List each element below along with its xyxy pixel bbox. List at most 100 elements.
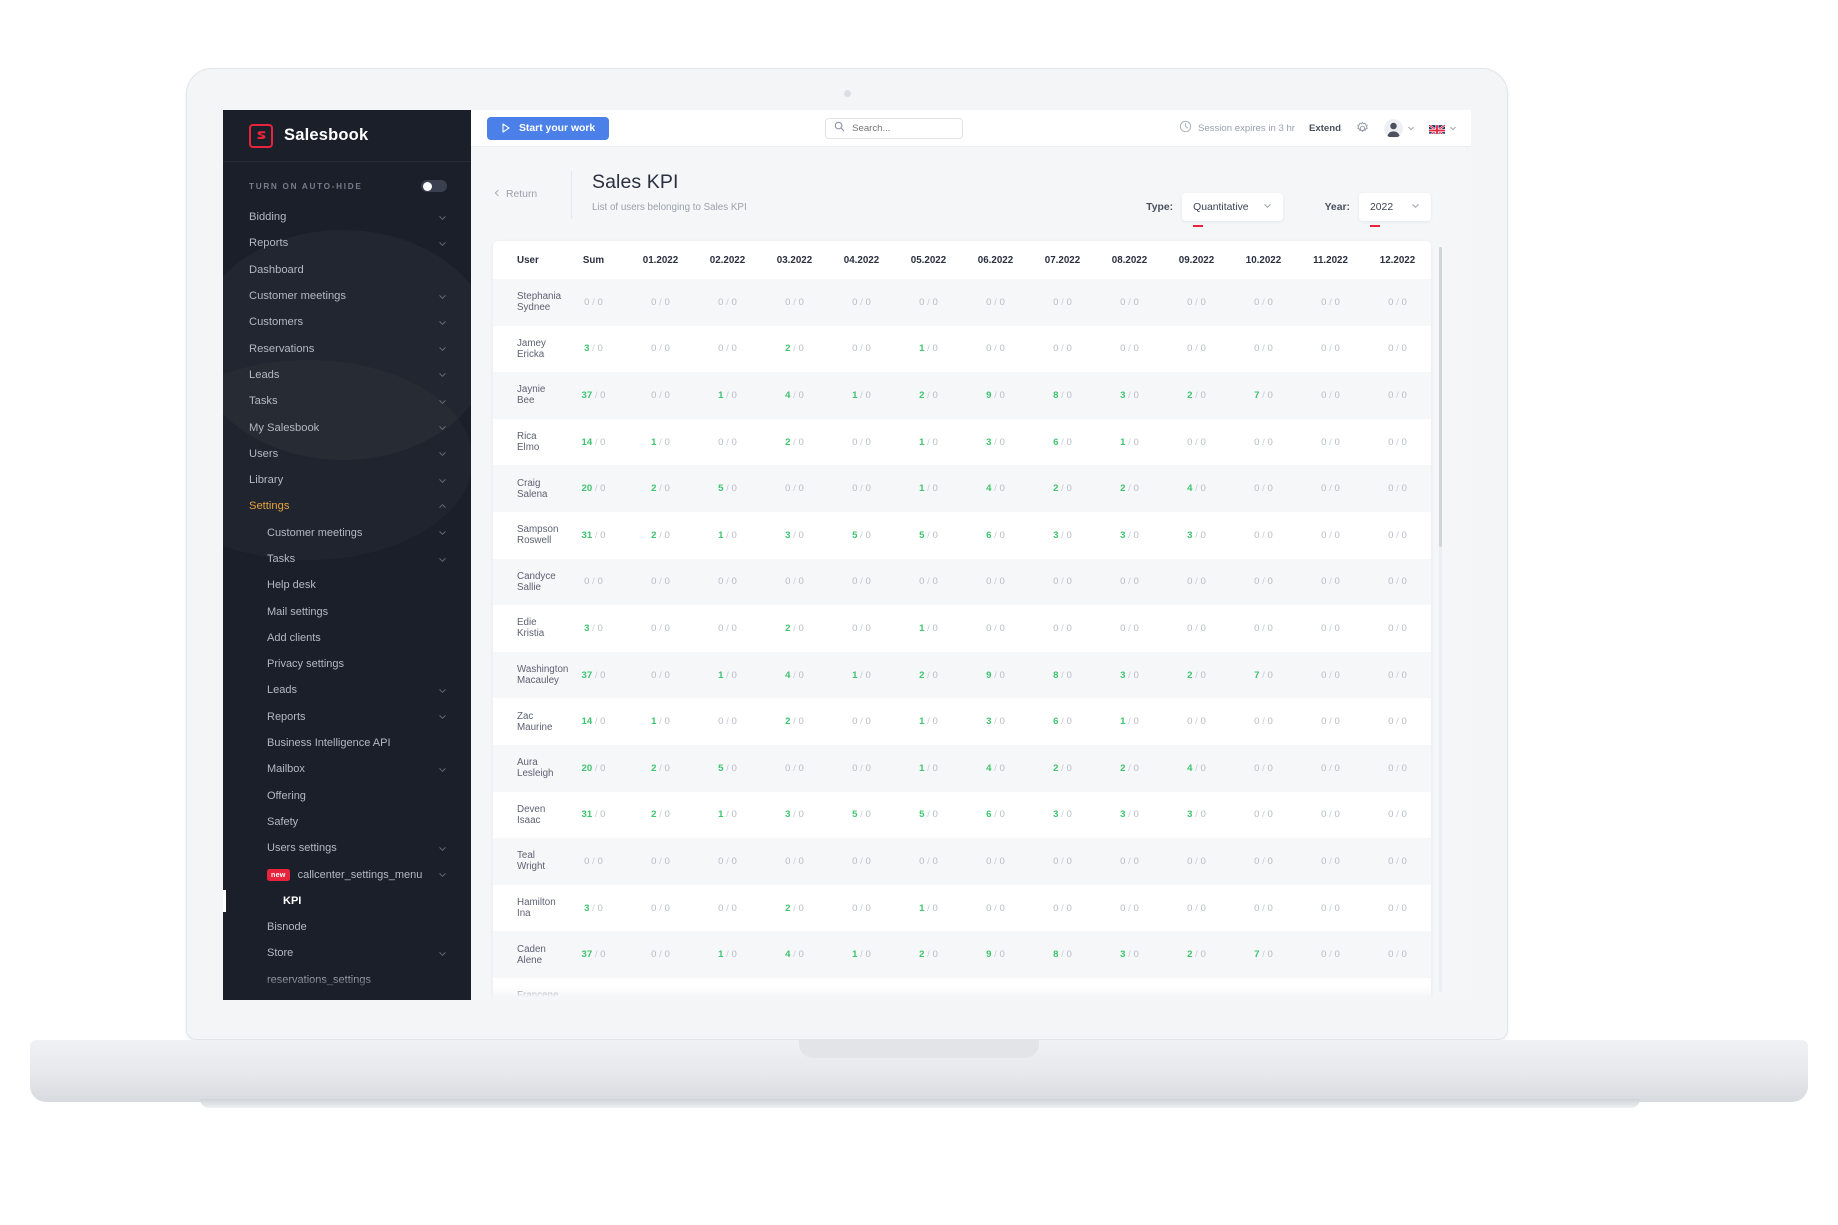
column-header-02-2022: 02.2022	[694, 241, 761, 279]
table-row[interactable]: Craig Salena 20 / 0 2 / 0 5 / 0 0 / 0 0 / 0 1 …	[493, 465, 1431, 512]
cell-month-value: 2 / 0	[919, 949, 938, 961]
cell-user: Teal Wright	[517, 850, 546, 873]
sidebar-item-safety[interactable]: Safety	[223, 809, 471, 835]
sidebar-item-label: Privacy settings	[267, 658, 345, 671]
cell-month-value: 3 / 0	[785, 809, 804, 821]
table-row[interactable]: Jaynie Bee 37 / 0 0 / 0 1 / 0 4 / 0 1 / 0 2 / …	[493, 372, 1431, 419]
sidebar-item-callcenter-settings-menu[interactable]: new callcenter_settings_menu	[223, 861, 471, 887]
table-scrollbar[interactable]	[1438, 247, 1442, 992]
sidebar-item-label: Bisnode	[267, 921, 307, 934]
cell-month-value: 0 / 0	[1388, 622, 1407, 634]
cell-sum: 37 / 0	[581, 949, 606, 961]
user-avatar-menu[interactable]	[1384, 118, 1415, 138]
sidebar-item-leads[interactable]: Leads	[223, 677, 471, 703]
table-row[interactable]: Edie Kristia 3 / 0 0 / 0 0 / 0 2 / 0 0 / 0 1 /…	[493, 605, 1431, 652]
sidebar-item-business-intelligence-api[interactable]: Business Intelligence API	[223, 730, 471, 756]
year-filter-label: Year:	[1324, 201, 1350, 213]
sidebar-item-mailbox[interactable]: Mailbox	[223, 756, 471, 782]
table-row[interactable]: Candyce Sallie 0 / 0 0 / 0 0 / 0 0 / 0 0 / 0 0…	[493, 558, 1431, 606]
table-row[interactable]: Sampson Roswell 31 / 0 2 / 0 1 / 0 3 / 0 5 / …	[493, 512, 1431, 559]
cell-month-value: 3 / 0	[1120, 669, 1139, 681]
sidebar-item-bidding[interactable]: Bidding	[223, 204, 471, 230]
table-row[interactable]: Stephania Sydnee 0 / 0 0 / 0 0 / 0 0 / 0 0 / …	[493, 279, 1431, 326]
cell-user: Jamey Ericka	[517, 337, 546, 360]
extend-session-button[interactable]: Extend	[1309, 123, 1341, 134]
table-row[interactable]: Deven Isaac 31 / 0 2 / 0 1 / 0 3 / 0 5 / 0 5 /…	[493, 792, 1431, 839]
cell-month-value: 0 / 0	[1254, 855, 1273, 867]
sidebar-item-kpi[interactable]: KPI	[223, 888, 471, 914]
cell-month-value: 1 / 0	[852, 389, 871, 401]
sidebar-item-reports[interactable]: Reports	[223, 704, 471, 730]
sidebar-item-label: Offering	[267, 789, 306, 802]
sidebar-item-my-salesbook[interactable]: My Salesbook	[223, 414, 471, 440]
table-row[interactable]: Zac Maurine 14 / 0 1 / 0 0 / 0 2 / 0 0 / 0 1 /…	[493, 698, 1431, 745]
table-row[interactable]: Francene Charleigh14 / 01 / 00 / 02 / 00…	[493, 978, 1431, 1000]
sidebar-item-help-desk[interactable]: Help desk	[223, 572, 471, 598]
return-button[interactable]: Return	[493, 171, 571, 200]
sidebar-item-reservations[interactable]: Reservations	[223, 335, 471, 361]
cell-month-value: 1 / 0	[919, 622, 938, 634]
sidebar-item-customers[interactable]: Customers	[223, 309, 471, 335]
year-select[interactable]: 2022	[1359, 193, 1431, 227]
table-scrollbar-thumb[interactable]	[1438, 247, 1442, 547]
cell-month-value: 0 / 0	[718, 576, 737, 588]
sidebar-item-bisnode[interactable]: Bisnode	[223, 914, 471, 940]
language-selector[interactable]	[1429, 119, 1457, 137]
search-input[interactable]	[852, 122, 955, 134]
cell-month-value: 3 / 0	[1187, 529, 1206, 541]
brand-logo-area[interactable]: Salesbook	[223, 110, 471, 162]
type-select[interactable]: Quantitative	[1182, 193, 1283, 227]
cell-month-value: 0 / 0	[651, 855, 670, 867]
chevron-down-icon	[438, 844, 447, 853]
cell-month-value: 4 / 0	[986, 483, 1005, 495]
table-row[interactable]: Aura Lesleigh 20 / 0 2 / 0 5 / 0 0 / 0 0 / 0 1…	[493, 744, 1431, 792]
sidebar-item-label: Add clients	[267, 631, 321, 644]
sidebar-item-tasks[interactable]: Tasks	[223, 388, 471, 414]
sidebar-item-dashboard[interactable]: Dashboard	[223, 257, 471, 283]
auto-hide-toggle[interactable]	[421, 180, 447, 192]
sidebar-item-store[interactable]: Store	[223, 940, 471, 966]
gear-icon[interactable]	[1355, 121, 1370, 136]
cell-month-value: 4 / 0	[1187, 483, 1206, 495]
sidebar-item-users-settings[interactable]: Users settings	[223, 835, 471, 861]
cell-month-value: 0 / 0	[1120, 622, 1139, 634]
sidebar-item-customer-meetings[interactable]: Customer meetings	[223, 520, 471, 546]
cell-month-value: 0 / 0	[718, 716, 737, 728]
cell-month-value: 0 / 0	[852, 716, 871, 728]
start-your-work-button[interactable]: Start your work	[487, 116, 610, 140]
cell-month-value: 0 / 0	[1388, 576, 1407, 588]
laptop-camera	[843, 90, 851, 97]
sidebar-item-add-clients[interactable]: Add clients	[223, 625, 471, 651]
sidebar-item-label: Safety	[267, 815, 299, 828]
table-row[interactable]: Hamilton Ina 3 / 0 0 / 0 0 / 0 2 / 0 0 / 0 1 /…	[493, 885, 1431, 932]
cell-user: Caden Alene	[517, 943, 546, 966]
sidebar-item-reservations-settings[interactable]: reservations_settings	[223, 967, 471, 993]
column-header-07-2022: 07.2022	[1029, 241, 1096, 279]
sidebar-item-margins-settings[interactable]: margins_settings	[223, 993, 471, 1000]
search-box[interactable]	[825, 117, 964, 139]
sidebar-item-privacy-settings[interactable]: Privacy settings	[223, 651, 471, 677]
cell-month-value: 2 / 0	[919, 669, 938, 681]
sidebar-item-offering[interactable]: Offering	[223, 783, 471, 809]
table-row[interactable]: Teal Wright 0 / 0 0 / 0 0 / 0 0 / 0 0 / 0 0 / …	[493, 838, 1431, 885]
sidebar-item-tasks[interactable]: Tasks	[223, 546, 471, 572]
sidebar-item-label: Reports	[249, 237, 289, 250]
sidebar-item-label: Library	[249, 474, 284, 487]
sidebar-item-library[interactable]: Library	[223, 467, 471, 493]
sidebar-item-settings[interactable]: Settings	[223, 493, 471, 519]
table-row[interactable]: Caden Alene 37 / 0 0 / 0 1 / 0 4 / 0 1 / 0 2 /…	[493, 931, 1431, 978]
column-header-08-2022: 08.2022	[1096, 241, 1163, 279]
table-row[interactable]: Jamey Ericka 3 / 0 0 / 0 0 / 0 2 / 0 0 / 0 1 /…	[493, 326, 1431, 373]
cell-month-value: 0 / 0	[1321, 296, 1340, 308]
sidebar-item-mail-settings[interactable]: Mail settings	[223, 598, 471, 624]
sidebar-item-users[interactable]: Users	[223, 441, 471, 467]
table-row[interactable]: Washington Macauley 37 / 0 0 / 0 1 / 0 4 / 0…	[493, 651, 1431, 699]
auto-hide-toggle-row[interactable]: TURN ON AUTO-HIDE	[223, 162, 471, 204]
cell-user: Sampson Roswell	[517, 524, 559, 547]
sidebar-item-leads[interactable]: Leads	[223, 362, 471, 388]
sidebar-item-customer-meetings[interactable]: Customer meetings	[223, 283, 471, 309]
sidebar-item-reports[interactable]: Reports	[223, 230, 471, 256]
type-filter-label: Type:	[1146, 201, 1174, 213]
table-row[interactable]: Rica Elmo 14 / 0 1 / 0 0 / 0 2 / 0 0 / 0 1 / 0…	[493, 419, 1431, 466]
cell-month-value: 0 / 0	[1120, 902, 1139, 914]
